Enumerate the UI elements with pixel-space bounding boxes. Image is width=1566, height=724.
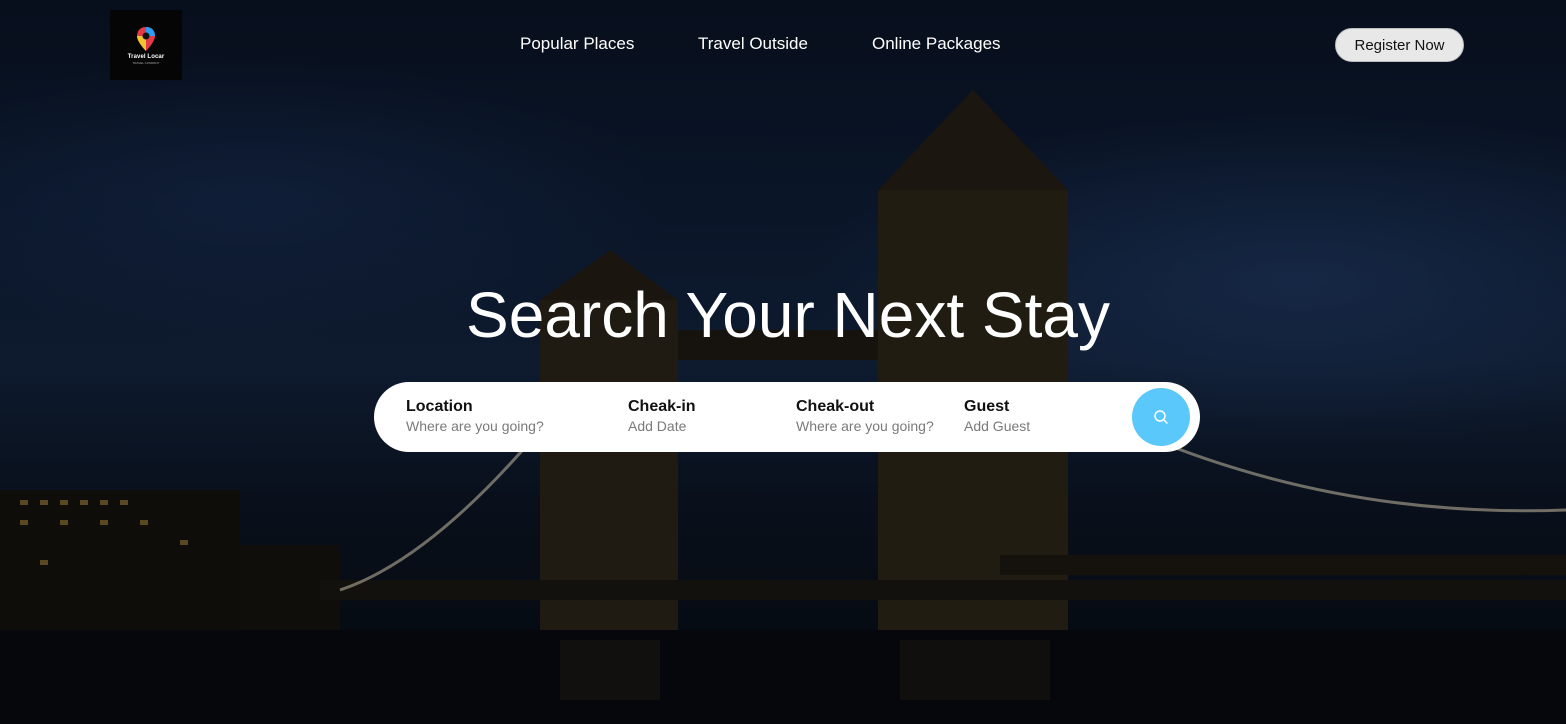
nav-link-popular-places[interactable]: Popular Places xyxy=(520,34,634,54)
background-overlay xyxy=(0,0,1566,724)
map-pin-icon xyxy=(137,26,155,51)
hero-background-image xyxy=(0,0,1566,724)
register-button[interactable]: Register Now xyxy=(1335,28,1464,62)
search-button[interactable] xyxy=(1132,388,1190,446)
location-hint: Where are you going? xyxy=(406,418,544,434)
logo-tagline: TRAVEL COMPANY xyxy=(132,60,160,65)
location-field[interactable]: Location Where are you going? xyxy=(406,398,544,434)
logo-text: Travel Locar xyxy=(127,53,165,60)
guest-label: Guest xyxy=(964,398,1010,415)
guest-field[interactable]: Guest Add Guest xyxy=(964,398,1030,434)
search-bar: Location Where are you going? Cheak-in A… xyxy=(374,382,1200,452)
checkout-hint: Where are you going? xyxy=(796,418,934,434)
checkin-field[interactable]: Cheak-in Add Date xyxy=(628,398,696,434)
checkin-label: Cheak-in xyxy=(628,398,696,415)
checkout-field[interactable]: Cheak-out Where are you going? xyxy=(796,398,934,434)
location-label: Location xyxy=(406,398,473,415)
checkin-hint: Add Date xyxy=(628,418,687,434)
checkout-label: Cheak-out xyxy=(796,398,875,415)
search-icon xyxy=(1154,410,1168,424)
nav-link-travel-outside[interactable]: Travel Outside xyxy=(698,34,808,54)
nav-link-online-packages[interactable]: Online Packages xyxy=(872,34,1001,54)
brand-logo[interactable]: Travel Locar TRAVEL COMPANY xyxy=(110,10,182,80)
hero-title: Search Your Next Stay xyxy=(466,279,1110,351)
guest-hint: Add Guest xyxy=(964,418,1031,434)
